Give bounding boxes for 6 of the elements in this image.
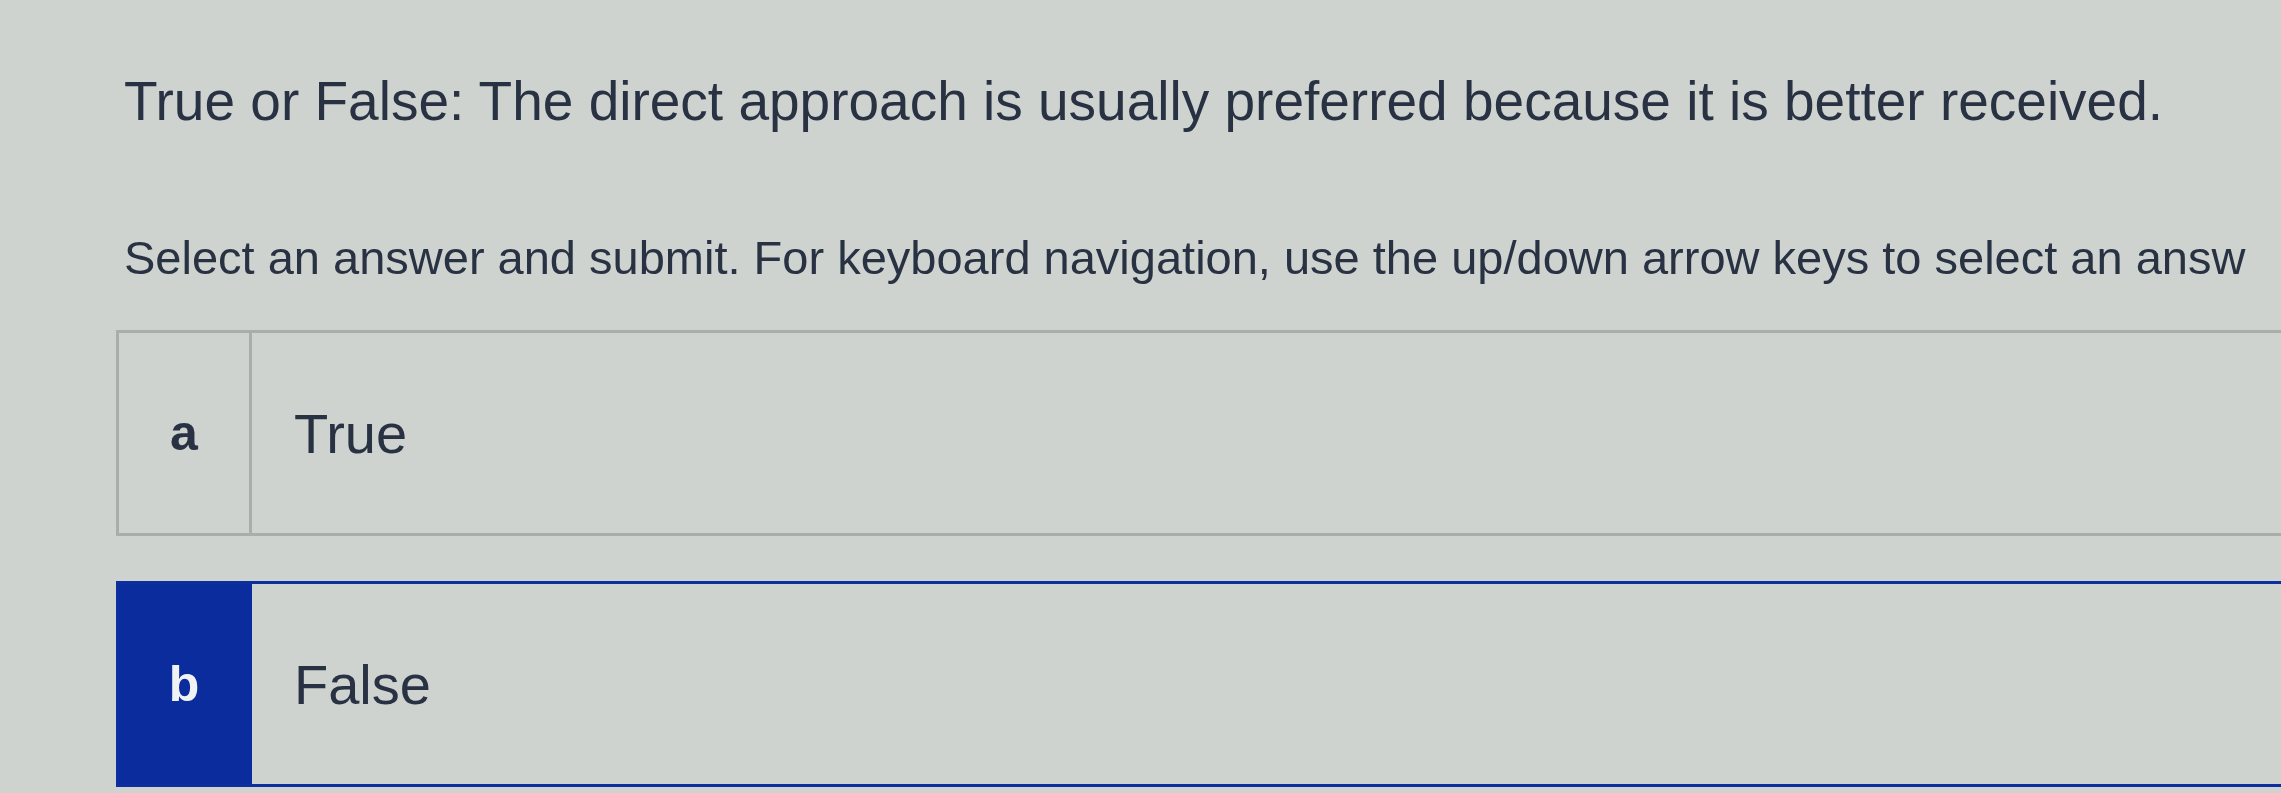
- question-text: True or False: The direct approach is usually preferred because it is better received.: [124, 69, 2164, 134]
- option-letter: a: [119, 333, 252, 533]
- option-letter: b: [119, 584, 252, 784]
- answer-option[interactable]: a True: [116, 330, 2281, 536]
- instructions-text: Select an answer and submit. For keyboard navigation, use the up/down arrow keys to select an answ: [124, 230, 2246, 286]
- answer-option[interactable]: b False: [116, 581, 2281, 787]
